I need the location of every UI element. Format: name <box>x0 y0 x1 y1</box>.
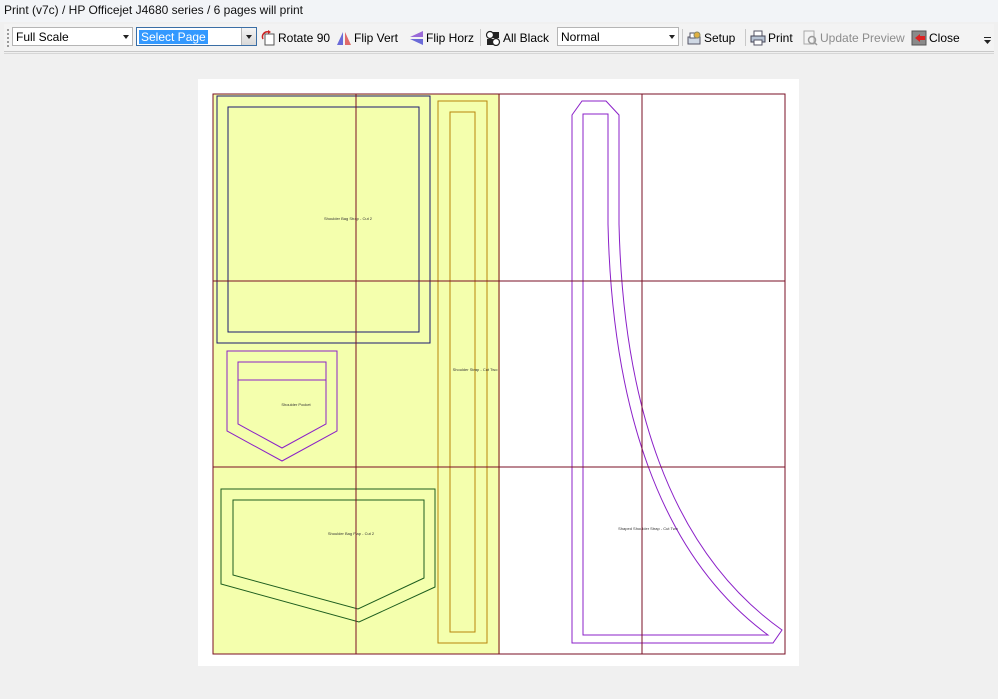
flip-vert-label: Flip Vert <box>354 30 399 45</box>
print-icon <box>750 30 766 46</box>
print-label: Print <box>768 30 793 45</box>
flip-horz-icon <box>408 30 424 46</box>
page-select-dropdown-button[interactable] <box>241 28 256 45</box>
chevron-down-icon <box>123 35 129 39</box>
all-black-icon <box>485 30 501 46</box>
title-bar: Print (v7c) / HP Officejet J4680 series … <box>0 0 998 22</box>
update-preview-label: Update Preview <box>820 30 905 45</box>
setup-label: Setup <box>704 30 736 45</box>
print-preview-sheet: Shoulder Bag Strap - Cut 2 Shoulder Stra… <box>198 79 799 666</box>
toolbar: Full Scale Select Page Rotate 90 Flip Ve… <box>4 24 994 52</box>
toolbar-grip[interactable] <box>7 29 9 47</box>
update-preview-button[interactable]: Update Preview <box>802 28 905 47</box>
toolbar-separator <box>480 29 481 46</box>
all-black-button[interactable]: All Black <box>485 28 549 47</box>
all-black-label: All Black <box>503 30 550 45</box>
flip-horz-button[interactable]: Flip Horz <box>408 28 474 47</box>
close-icon <box>911 30 927 46</box>
preview-drawing: Shoulder Bag Strap - Cut 2 Shoulder Stra… <box>212 93 786 655</box>
mode-select[interactable]: Normal <box>557 27 679 46</box>
page-select[interactable]: Select Page <box>136 27 257 46</box>
rotate-label: Rotate 90 <box>278 30 331 45</box>
setup-icon <box>686 30 702 46</box>
rotate-button[interactable]: Rotate 90 <box>260 28 330 47</box>
chevron-down-icon <box>246 35 252 39</box>
piece-label: Shoulder Strap - Cut Two <box>453 367 499 372</box>
window-title: Print (v7c) / HP Officejet J4680 series … <box>4 3 304 17</box>
flip-horz-label: Flip Horz <box>426 30 475 45</box>
piece-shaped-strap: Shaped Shoulder Strap - Cut Two <box>571 100 783 644</box>
close-label: Close <box>929 30 960 45</box>
toolbar-separator <box>682 29 683 46</box>
mode-select-value: Normal <box>561 30 600 44</box>
chevron-down-icon <box>669 35 675 39</box>
update-preview-icon <box>802 30 818 46</box>
toolbar-overflow-icon[interactable] <box>983 36 992 46</box>
piece-label: Shoulder Pocket <box>281 402 311 407</box>
close-button[interactable]: Close <box>911 28 960 47</box>
piece-label: Shoulder Bag Strap - Cut 2 <box>324 216 373 221</box>
print-button[interactable]: Print <box>750 28 793 47</box>
scale-select-value: Full Scale <box>16 30 69 44</box>
scale-select[interactable]: Full Scale <box>12 27 133 46</box>
toolbar-separator <box>745 29 746 46</box>
piece-label: Shoulder Bag Flap - Cut 2 <box>328 531 375 536</box>
flip-vert-icon <box>336 30 352 46</box>
flip-vert-button[interactable]: Flip Vert <box>336 28 398 47</box>
rotate-icon <box>260 29 276 46</box>
page-select-value: Select Page <box>139 30 208 44</box>
setup-button[interactable]: Setup <box>686 28 735 47</box>
piece-label: Shaped Shoulder Strap - Cut Two <box>618 526 679 531</box>
